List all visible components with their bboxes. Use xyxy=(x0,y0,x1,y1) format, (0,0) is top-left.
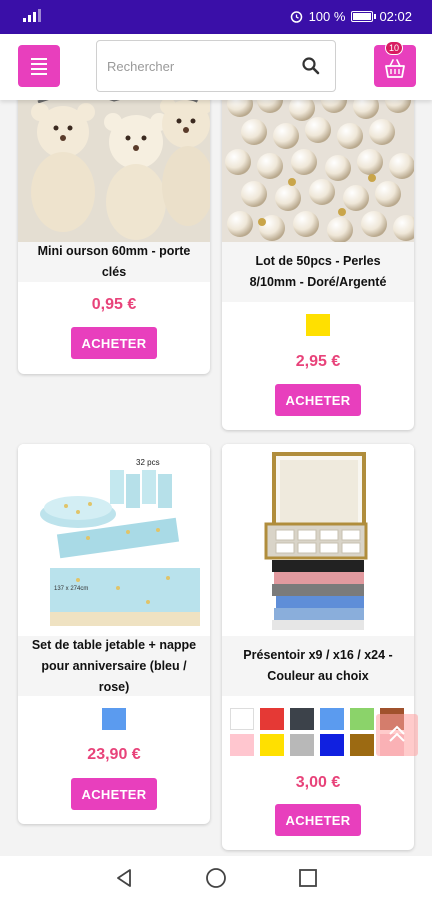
product-price: 3,00 € xyxy=(295,774,341,791)
scroll-to-top-button[interactable] xyxy=(376,714,418,756)
product-card[interactable]: 32 pcs 137 x 274cm Set de table jetable … xyxy=(18,444,210,824)
basket-icon xyxy=(385,59,405,78)
battery-percent: 100 % xyxy=(308,9,346,24)
buy-button[interactable]: ACHETER xyxy=(275,804,361,836)
alarm-icon xyxy=(290,11,302,23)
product-price: 2,95 € xyxy=(295,353,341,370)
search-input[interactable] xyxy=(107,55,287,77)
pearls-image xyxy=(222,82,414,242)
product-title[interactable]: Lot de 50pcs - Perles 8/10mm - Doré/Arge… xyxy=(222,242,414,302)
color-swatch[interactable] xyxy=(260,734,284,756)
color-swatch[interactable] xyxy=(350,708,374,730)
product-image[interactable]: 32 pcs 137 x 274cm xyxy=(18,444,210,636)
box-count-label: 32 pcs xyxy=(136,458,160,467)
product-price: 0,95 € xyxy=(91,296,137,313)
product-title[interactable]: Set de table jetable + nappe pour annive… xyxy=(18,636,210,696)
back-icon[interactable] xyxy=(112,866,136,890)
color-swatch[interactable] xyxy=(260,708,284,730)
color-swatch[interactable] xyxy=(320,708,344,730)
color-swatch[interactable] xyxy=(350,734,374,756)
product-card[interactable]: Mini ourson 60mm - porte clés 0,95 € ACH… xyxy=(18,82,210,374)
recents-icon[interactable] xyxy=(296,866,320,890)
cart-button[interactable]: 10 xyxy=(374,41,416,87)
buy-button[interactable]: ACHETER xyxy=(71,778,157,810)
product-image[interactable] xyxy=(18,82,210,242)
teddy-bears-image xyxy=(18,82,210,242)
menu-icon xyxy=(31,57,47,60)
home-icon[interactable] xyxy=(204,866,228,890)
app-header: 10 xyxy=(0,34,432,100)
cart-count-badge: 10 xyxy=(385,41,404,55)
status-bar: 100 % 02:02 xyxy=(0,0,432,34)
signal-icon xyxy=(23,9,41,22)
color-swatch[interactable] xyxy=(306,314,330,336)
color-swatch[interactable] xyxy=(102,708,126,730)
product-card[interactable]: Présentoir x9 / x16 / x24 - Couleur au c… xyxy=(222,444,414,850)
buy-button[interactable]: ACHETER xyxy=(71,327,157,359)
chevron-up-icon xyxy=(389,725,405,742)
product-price: 23,90 € xyxy=(87,746,141,763)
product-image[interactable] xyxy=(222,444,414,636)
system-nav-bar xyxy=(0,856,432,900)
battery-icon xyxy=(351,11,377,22)
menu-button[interactable] xyxy=(18,45,60,87)
tablecloth-size-label: 137 x 274cm xyxy=(54,586,88,592)
product-title[interactable]: Mini ourson 60mm - porte clés xyxy=(18,242,210,282)
buy-button[interactable]: ACHETER xyxy=(275,384,361,416)
color-swatch[interactable] xyxy=(230,734,254,756)
product-card[interactable]: Lot de 50pcs - Perles 8/10mm - Doré/Arge… xyxy=(222,82,414,430)
product-image[interactable] xyxy=(222,82,414,242)
display-box-image xyxy=(222,444,414,636)
color-swatch[interactable] xyxy=(290,734,314,756)
search-icon[interactable] xyxy=(301,56,321,76)
search-box[interactable] xyxy=(96,40,336,92)
color-swatch[interactable] xyxy=(320,734,344,756)
table-set-image: 32 pcs 137 x 274cm xyxy=(18,444,210,636)
clock: 02:02 xyxy=(379,9,412,24)
color-swatch[interactable] xyxy=(230,708,254,730)
color-swatch[interactable] xyxy=(290,708,314,730)
product-title[interactable]: Présentoir x9 / x16 / x24 - Couleur au c… xyxy=(222,636,414,696)
